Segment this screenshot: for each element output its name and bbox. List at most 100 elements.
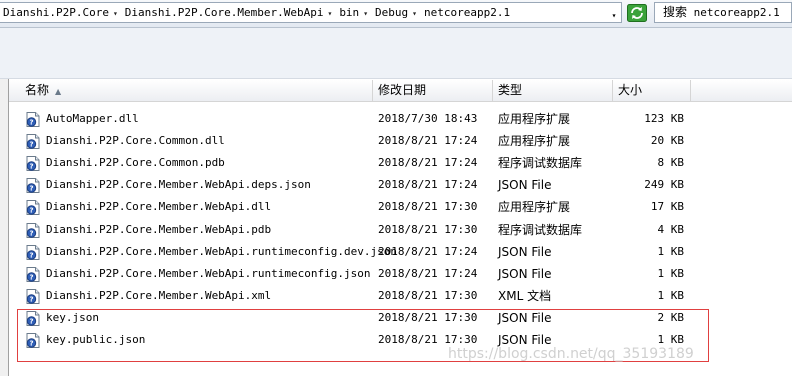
column-header-date[interactable]: 修改日期 — [373, 80, 493, 101]
pdb-file-icon: ? — [26, 222, 40, 238]
svg-text:?: ? — [29, 141, 33, 149]
svg-text:?: ? — [29, 251, 33, 259]
file-name: Dianshi.P2P.Core.Member.WebApi.runtimeco… — [46, 266, 371, 280]
svg-text:?: ? — [29, 340, 33, 348]
file-size: 249 KB — [644, 178, 684, 192]
file-date-modified: 2018/8/21 17:24 — [378, 244, 478, 258]
column-header: 名称 ▲ 修改日期 类型 大小 — [9, 80, 792, 102]
column-type-label: 类型 — [498, 83, 523, 97]
file-type: JSON File — [498, 310, 552, 325]
svg-text:?: ? — [29, 229, 33, 237]
file-size: 17 KB — [650, 200, 684, 214]
breadcrumb-separator-icon[interactable]: ▾ — [323, 4, 336, 22]
file-name: key.json — [46, 310, 99, 324]
search-value: netcoreapp2.1 — [693, 6, 780, 19]
json-file-icon: ? — [26, 244, 40, 260]
toolbar — [0, 28, 792, 79]
file-date-modified: 2018/8/21 17:30 — [378, 222, 478, 236]
file-type: 应用程序扩展 — [498, 134, 571, 149]
refresh-icon — [627, 4, 647, 22]
json-file-icon: ? — [26, 178, 40, 194]
file-type: XML 文档 — [498, 288, 552, 303]
address-bar[interactable]: Dianshi.P2P.Core ▾ Dianshi.P2P.Core.Member… — [0, 2, 622, 23]
file-type: 程序调试数据库 — [498, 222, 583, 237]
column-size-label: 大小 — [618, 83, 643, 97]
svg-text:?: ? — [29, 273, 33, 281]
file-size: 1 KB — [657, 266, 685, 280]
json-file-icon: ? — [26, 266, 40, 282]
svg-text:?: ? — [29, 163, 33, 171]
file-row[interactable]: ? Dianshi.P2P.Core.Common.pdb 2018/8/21 17… — [22, 152, 792, 174]
dll-file-icon: ? — [26, 200, 40, 216]
file-name: key.public.json — [46, 333, 146, 346]
file-name: Dianshi.P2P.Core.Member.WebApi.runtimeco… — [46, 244, 397, 258]
xml-file-icon: ? — [26, 288, 40, 304]
file-date-modified: 2018/8/21 17:30 — [378, 288, 478, 302]
file-size: 1 KB — [657, 288, 685, 302]
sort-ascending-icon: ▲ — [55, 87, 62, 96]
column-date-label: 修改日期 — [378, 83, 427, 97]
file-row[interactable]: ? Dianshi.P2P.Core.Member.WebApi.runtimec… — [22, 263, 792, 285]
file-size: 123 KB — [644, 112, 684, 125]
file-date-modified: 2018/8/21 17:30 — [378, 310, 478, 324]
file-type: JSON File — [498, 244, 552, 259]
file-row[interactable]: ? Dianshi.P2P.Core.Member.WebApi.runtimec… — [22, 241, 792, 263]
breadcrumb-member-webapi[interactable]: Dianshi.P2P.Core.Member.WebApi — [122, 3, 324, 22]
file-type: 应用程序扩展 — [498, 112, 571, 126]
breadcrumb-netcoreapp[interactable]: netcoreapp2.1 — [421, 3, 510, 22]
file-row[interactable]: ? key.json 2018/8/21 17:30 JSON File 2 KB — [22, 307, 792, 329]
file-date-modified: 2018/8/21 17:24 — [378, 178, 478, 192]
file-name: Dianshi.P2P.Core.Member.WebApi.deps.json — [46, 178, 311, 192]
file-row[interactable]: ? Dianshi.P2P.Core.Member.WebApi.pdb 2018/… — [22, 219, 792, 241]
svg-text:?: ? — [29, 207, 33, 215]
breadcrumb-debug[interactable]: Debug — [372, 3, 408, 22]
file-date-modified: 2018/8/21 17:30 — [378, 200, 478, 214]
dll-file-icon: ? — [26, 134, 40, 150]
file-name: Dianshi.P2P.Core.Common.pdb — [46, 156, 225, 170]
search-placeholder-label: 搜索 — [663, 5, 688, 19]
file-type: 程序调试数据库 — [498, 156, 583, 171]
file-size: 20 KB — [650, 134, 684, 148]
file-date-modified: 2018/8/21 17:24 — [378, 266, 478, 280]
file-date-modified: 2018/7/30 18:43 — [378, 112, 478, 125]
watermark: https://blog.csdn.net/qq_35193189 — [448, 346, 694, 362]
file-name: Dianshi.P2P.Core.Member.WebApi.dll — [46, 200, 272, 214]
pdb-file-icon: ? — [26, 156, 40, 172]
json-file-icon: ? — [26, 310, 40, 326]
file-size: 4 KB — [657, 222, 685, 236]
file-name: Dianshi.P2P.Core.Member.WebApi.xml — [46, 288, 272, 302]
navigation-bar: Dianshi.P2P.Core ▾ Dianshi.P2P.Core.Member… — [0, 0, 792, 28]
refresh-button[interactable] — [627, 4, 647, 22]
address-dropdown-icon[interactable]: ▾ — [607, 6, 621, 22]
file-name: AutoMapper.dll — [46, 112, 139, 125]
file-type: 应用程序扩展 — [498, 200, 571, 215]
file-size: 8 KB — [657, 156, 685, 170]
navigation-pane[interactable] — [0, 79, 9, 376]
file-row[interactable]: ? Dianshi.P2P.Core.Common.dll 2018/8/21 17… — [22, 130, 792, 152]
breadcrumb-separator-icon[interactable]: ▾ — [109, 4, 122, 22]
json-file-icon: ? — [26, 333, 40, 348]
search-input[interactable]: 搜索 netcoreapp2.1 — [654, 2, 792, 23]
file-row[interactable]: ? Dianshi.P2P.Core.Member.WebApi.dll 2018/… — [22, 196, 792, 218]
svg-text:?: ? — [29, 119, 33, 127]
column-header-name[interactable]: 名称 ▲ — [20, 80, 373, 101]
file-name: Dianshi.P2P.Core.Common.dll — [46, 134, 225, 148]
file-type: JSON File — [498, 178, 552, 193]
file-row[interactable]: ? Dianshi.P2P.Core.Member.WebApi.deps.jso… — [22, 174, 792, 196]
column-header-size[interactable]: 大小 — [613, 80, 691, 101]
file-name: Dianshi.P2P.Core.Member.WebApi.pdb — [46, 222, 272, 236]
file-type: JSON File — [498, 266, 552, 281]
svg-text:?: ? — [29, 185, 33, 193]
file-row[interactable]: ? Dianshi.P2P.Core.Member.WebApi.xml 2018/… — [22, 285, 792, 307]
breadcrumb-dianshi-p2p-core[interactable]: Dianshi.P2P.Core — [0, 3, 109, 22]
breadcrumb-separator-icon[interactable]: ▾ — [359, 4, 372, 22]
dll-file-icon: ? — [26, 112, 40, 127]
file-date-modified: 2018/8/21 17:24 — [378, 134, 478, 148]
file-date-modified: 2018/8/21 17:24 — [378, 156, 478, 170]
breadcrumb-separator-icon[interactable]: ▾ — [408, 4, 421, 22]
svg-text:?: ? — [29, 317, 33, 325]
file-row[interactable]: ? AutoMapper.dll 2018/7/30 18:43 应用程序扩展 123 … — [22, 108, 792, 130]
svg-text:?: ? — [29, 295, 33, 303]
breadcrumb-bin[interactable]: bin — [336, 3, 359, 22]
column-header-type[interactable]: 类型 — [493, 80, 613, 101]
